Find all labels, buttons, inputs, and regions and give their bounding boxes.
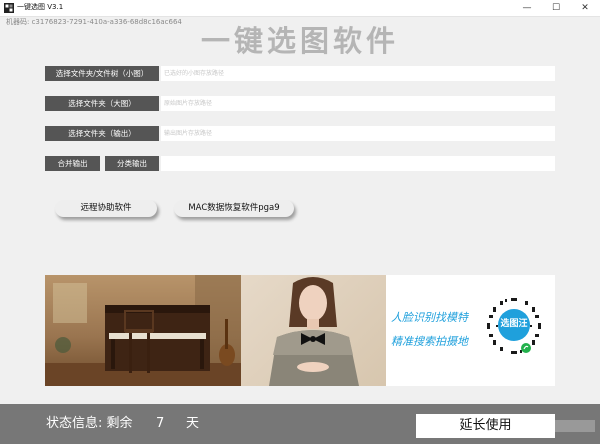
remaining-days-value: 7: [156, 416, 165, 431]
qr-code: 选图汪: [483, 295, 545, 357]
app-window: 一键选图 V3.1 — ☐ ✕ 机器码: c3176823-7291-410a-…: [0, 0, 600, 444]
window-title: 一键选图 V3.1: [17, 3, 64, 11]
large-image-path-input[interactable]: [161, 96, 555, 111]
small-image-path-input[interactable]: [161, 66, 555, 81]
page-title: 一键选图软件: [200, 24, 399, 58]
watermark-logo: [519, 416, 595, 436]
select-small-folder-button[interactable]: 选择文件夹/文件树（小图）: [45, 66, 159, 81]
ad-banner[interactable]: 人脸识别找模特 精准搜索拍摄地 选图汪: [45, 275, 555, 386]
mac-recovery-button[interactable]: MAC数据恢复软件pga9: [174, 200, 294, 217]
status-label: 状态信息: 剩余: [46, 416, 133, 431]
maximize-button[interactable]: ☐: [541, 0, 571, 16]
select-output-folder-button[interactable]: 选择文件夹（输出）: [45, 126, 159, 141]
remote-assist-button[interactable]: 远程协助软件: [55, 200, 157, 217]
model-figure-graphic: [269, 277, 359, 386]
output-mode-input[interactable]: [161, 156, 555, 171]
output-path-input[interactable]: [161, 126, 555, 141]
promo-panel: 人脸识别找模特 精准搜索拍摄地 选图汪: [386, 275, 555, 386]
merge-output-button[interactable]: 合并输出: [45, 156, 100, 171]
promo-text-location: 精准搜索拍摄地: [391, 335, 468, 348]
piano-photo: [45, 275, 241, 386]
qr-badge-label: 选图汪: [500, 319, 528, 329]
wechat-mini-program-icon: [521, 343, 531, 353]
close-button[interactable]: ✕: [570, 0, 600, 16]
model-photo: [241, 275, 386, 386]
classify-output-button[interactable]: 分类输出: [105, 156, 159, 171]
title-bar: 一键选图 V3.1 — ☐ ✕: [0, 0, 600, 17]
minimize-button[interactable]: —: [512, 0, 542, 16]
days-unit-label: 天: [186, 416, 200, 431]
piano-scene-graphic: [45, 275, 241, 386]
app-logo-icon: [4, 3, 14, 13]
promo-text-face: 人脸识别找模特: [391, 311, 468, 324]
select-large-folder-button[interactable]: 选择文件夹（大图）: [45, 96, 159, 111]
